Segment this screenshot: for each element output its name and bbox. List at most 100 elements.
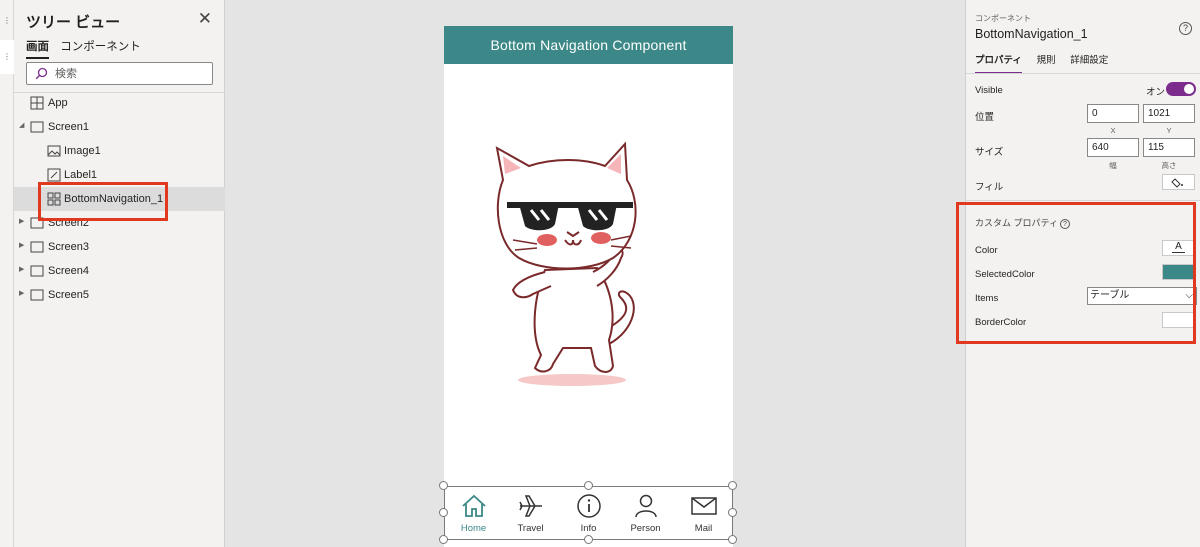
screen-icon (30, 121, 44, 133)
selected-color-swatch[interactable] (1162, 264, 1195, 280)
tree-node-app[interactable]: App (14, 91, 225, 115)
help-icon[interactable]: ? (1179, 22, 1192, 35)
nav-item-person[interactable]: Person (617, 487, 674, 541)
tab-properties[interactable]: プロパティ (975, 52, 1022, 74)
custom-properties-label: カスタム プロパティ (975, 218, 1058, 228)
screen-icon (30, 241, 44, 253)
search-icon (35, 67, 48, 80)
color-swatch[interactable]: A (1162, 240, 1195, 256)
search-input[interactable] (53, 65, 208, 82)
tree-tabs: 画面 コンポーネント (26, 38, 149, 59)
tree-node-screen3[interactable]: ▶ Screen3 (14, 235, 225, 259)
nav-label: Info (580, 523, 597, 534)
caret-right-icon[interactable]: ▶ (19, 218, 27, 226)
screen-preview[interactable]: Bottom Navigation Component Home Travel … (439, 26, 737, 547)
fill-label: フィル (975, 182, 1004, 193)
resize-handle[interactable] (728, 481, 737, 490)
paint-bucket-icon (1171, 178, 1183, 188)
tree-node-image1[interactable]: Image1 (14, 139, 225, 163)
width-sub-label: 幅 (1109, 161, 1117, 170)
visible-label: Visible (975, 85, 1003, 96)
caret-right-icon[interactable]: ▶ (19, 290, 27, 298)
bottom-navigation[interactable]: Home Travel Info Person Mail (444, 486, 733, 540)
tree-node-screen2[interactable]: ▶ Screen2 (14, 211, 225, 235)
app-icon (30, 96, 44, 110)
app-rail: ⋮ ⋮ (0, 0, 14, 547)
mail-icon (691, 497, 717, 515)
component-icon (47, 192, 61, 206)
visible-toggle[interactable] (1166, 82, 1196, 96)
y-input[interactable]: 1021 (1143, 104, 1195, 123)
border-color-label: BorderColor (975, 317, 1027, 328)
items-value: テーブル (1090, 290, 1130, 301)
color-label: Color (975, 245, 998, 256)
home-icon (462, 494, 486, 517)
nav-item-info[interactable]: Info (560, 487, 617, 541)
caret-right-icon[interactable]: ▶ (19, 242, 27, 250)
tree-node-screen5[interactable]: ▶ Screen5 (14, 283, 225, 307)
items-dropdown[interactable]: テーブル ⌵ (1087, 287, 1197, 305)
label-icon (47, 168, 61, 182)
resize-handle[interactable] (584, 481, 593, 490)
items-label: Items (975, 293, 999, 304)
tree-node-label: Screen3 (48, 241, 89, 253)
nav-item-mail[interactable]: Mail (675, 487, 732, 541)
height-sub-label: 高さ (1161, 161, 1177, 170)
tree-node-screen1[interactable]: ◢ Screen1 (14, 115, 225, 139)
search-box (26, 62, 213, 85)
x-input[interactable]: 0 (1087, 104, 1139, 123)
selected-color-label: SelectedColor (975, 269, 1035, 280)
rail-layers-icon[interactable]: ⋮ (3, 52, 11, 61)
tree-node-label: Label1 (64, 169, 98, 181)
cat-sunglasses-image[interactable] (493, 140, 643, 390)
nav-label: Travel (517, 523, 544, 534)
custom-properties-title: カスタム プロパティ? (975, 216, 1070, 229)
tree-node-screen4[interactable]: ▶ Screen4 (14, 259, 225, 283)
divider (966, 200, 1200, 201)
tab-components[interactable]: コンポーネント (60, 38, 141, 57)
property-tabs: プロパティ 規則 詳細設定 (975, 52, 1120, 74)
height-input[interactable]: 115 (1143, 138, 1195, 157)
nav-label: Mail (694, 523, 713, 534)
tree-node-label: Screen1 (48, 121, 89, 133)
chevron-down-icon: ⌵ (1185, 290, 1193, 301)
size-label: サイズ (975, 147, 1004, 158)
close-icon[interactable]: ✕ (198, 10, 212, 28)
nav-label: Home (460, 523, 487, 534)
resize-handle[interactable] (728, 508, 737, 517)
border-color-swatch[interactable] (1162, 312, 1195, 328)
tab-advanced[interactable]: 詳細設定 (1070, 52, 1108, 72)
image-icon (47, 145, 61, 157)
tree-node-label1[interactable]: Label1 (14, 163, 225, 187)
position-label: 位置 (975, 112, 995, 123)
tab-rules[interactable]: 規則 (1037, 52, 1056, 72)
resize-handle[interactable] (584, 535, 593, 544)
resize-handle[interactable] (439, 535, 448, 544)
design-canvas: Bottom Navigation Component Home Travel … (225, 0, 965, 547)
divider (966, 73, 1200, 74)
properties-panel: コンポーネント BottomNavigation_1 ? プロパティ 規則 詳細… (965, 0, 1200, 547)
tree-node-label: Screen2 (48, 217, 89, 229)
fill-swatch[interactable] (1162, 174, 1195, 190)
caret-down-icon[interactable]: ◢ (19, 122, 27, 130)
tree-node-label: Screen5 (48, 289, 89, 301)
rail-menu-icon[interactable]: ⋮ (3, 16, 11, 25)
resize-handle[interactable] (439, 508, 448, 517)
screen-icon (30, 265, 44, 277)
nav-item-travel[interactable]: Travel (502, 487, 559, 541)
help-icon[interactable]: ? (1059, 218, 1070, 229)
info-icon (577, 494, 601, 518)
resize-handle[interactable] (728, 535, 737, 544)
tree-view-title: ツリー ビュー (26, 14, 121, 31)
nav-label: Person (630, 523, 661, 534)
resize-handle[interactable] (439, 481, 448, 490)
tab-screens[interactable]: 画面 (26, 38, 49, 59)
tree-node-label: App (48, 97, 68, 109)
tree-view-panel: ツリー ビュー ✕ 画面 コンポーネント App ◢ Screen1 Image… (14, 0, 225, 547)
tree-node-bottomnavigation[interactable]: BottomNavigation_1 (14, 187, 225, 211)
font-color-glyph: A (1175, 241, 1182, 252)
width-input[interactable]: 640 (1087, 138, 1139, 157)
nav-item-home[interactable]: Home (445, 487, 502, 541)
caret-right-icon[interactable]: ▶ (19, 266, 27, 274)
screen-icon (30, 217, 44, 229)
